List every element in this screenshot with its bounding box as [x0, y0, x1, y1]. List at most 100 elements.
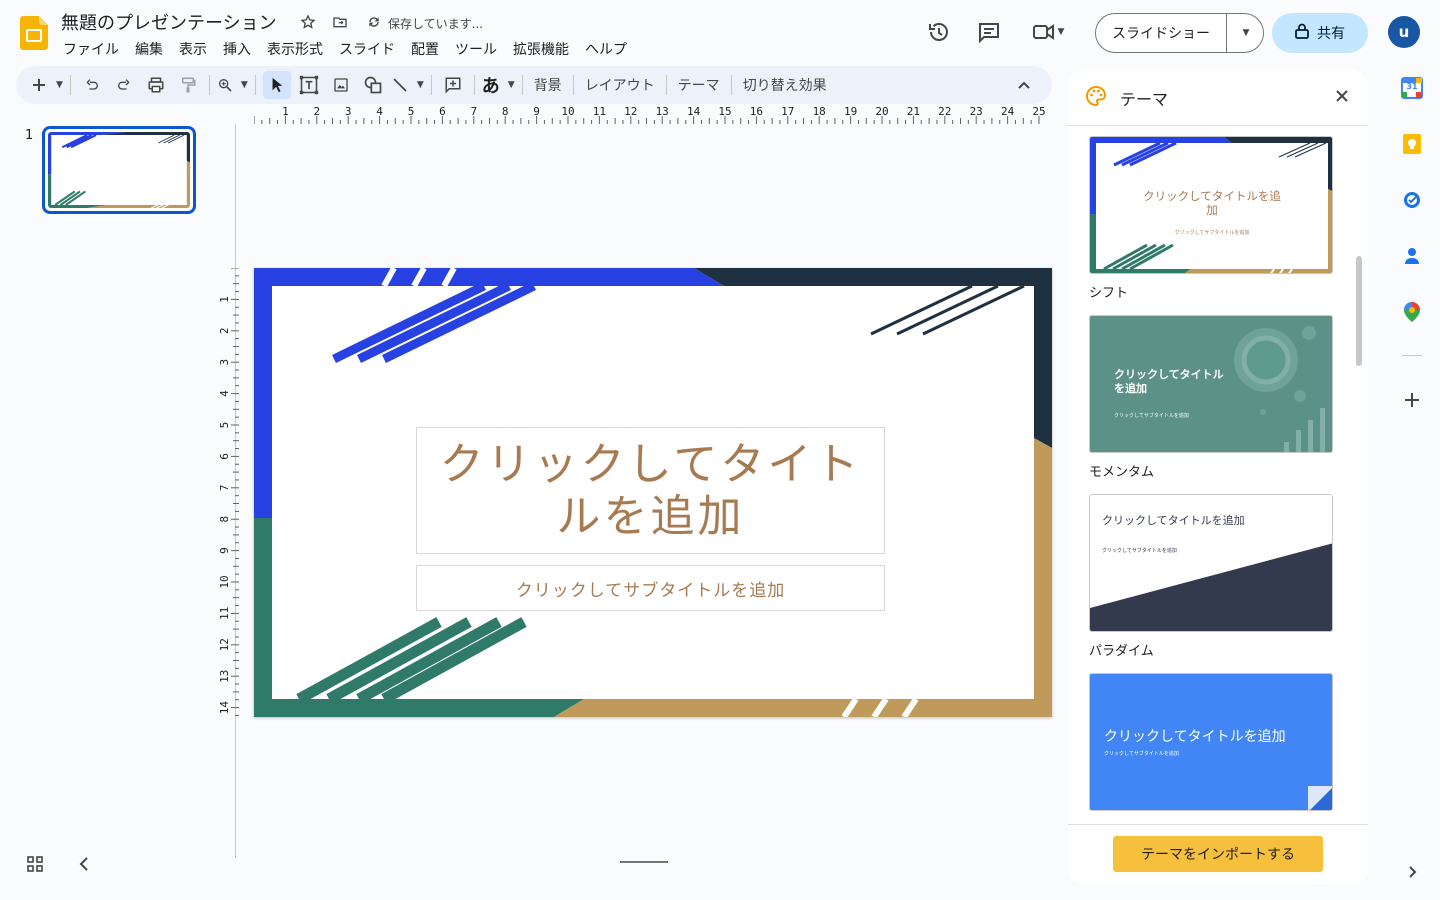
theme-paradigm-title: クリックしてタイトルを追加: [1102, 514, 1245, 527]
version-history-icon[interactable]: [921, 14, 957, 50]
theme-panel-scrollbar[interactable]: [1356, 256, 1362, 366]
ruler-label: 6: [439, 105, 446, 118]
ruler-label: 14: [687, 105, 701, 118]
background-button[interactable]: 背景: [528, 75, 568, 95]
ruler-label: 18: [813, 105, 826, 118]
tasks-icon[interactable]: [1398, 186, 1426, 214]
redo-icon[interactable]: [110, 71, 138, 99]
theme-momentum[interactable]: クリックしてタイトルを追加 クリックしてサブタイトルを追加 モメンタム: [1089, 315, 1333, 480]
account-avatar[interactable]: u: [1388, 16, 1420, 48]
text-box-icon[interactable]: [295, 71, 323, 99]
comments-icon[interactable]: [971, 14, 1007, 50]
theme-shift[interactable]: クリックしてタイトルを追加 クリックしてサブタイトルを追加 シフト: [1089, 136, 1333, 301]
menu-view[interactable]: 表示: [171, 37, 215, 61]
speaker-notes-handle[interactable]: [620, 861, 668, 863]
close-icon[interactable]: [1334, 88, 1350, 108]
select-cursor-icon[interactable]: [262, 71, 291, 99]
ruler-label: 9: [219, 547, 231, 554]
toolbar-divider: [521, 75, 523, 95]
menu-slide[interactable]: スライド: [331, 37, 403, 61]
star-icon[interactable]: [298, 12, 318, 32]
layout-button[interactable]: レイアウト: [579, 75, 661, 95]
saving-status: 保存しています...: [388, 17, 484, 31]
import-theme-button[interactable]: テーマをインポートする: [1113, 836, 1323, 872]
slide-thumbnail[interactable]: [42, 126, 196, 214]
toolbar-divider: [473, 75, 475, 95]
menu-format[interactable]: 表示形式: [259, 37, 331, 61]
ruler-label: 2: [219, 327, 231, 334]
keep-icon[interactable]: [1398, 130, 1426, 158]
ruler-label: 10: [219, 575, 231, 588]
slide-title-placeholder[interactable]: クリックしてタイトルを追加: [416, 427, 885, 554]
ruler-label: 1: [282, 105, 289, 118]
ruler-label: 5: [408, 105, 415, 118]
slides-logo-icon[interactable]: [20, 16, 48, 50]
collapse-toolbar-icon[interactable]: [1010, 71, 1038, 99]
theme-paradigm-preview[interactable]: クリックしてタイトルを追加 クリックしてサブタイトルを追加: [1089, 494, 1333, 632]
theme-paradigm-name: パラダイム: [1089, 644, 1154, 659]
toolbar-divider: [665, 75, 667, 95]
ruler-label: 25: [1032, 105, 1045, 118]
theme-shift-subtitle: クリックしてサブタイトルを追加: [1174, 230, 1250, 236]
collapse-filmstrip-icon[interactable]: [76, 855, 92, 877]
ruler-label: 8: [219, 516, 231, 523]
ruler-label: 24: [1001, 105, 1015, 118]
menu-edit[interactable]: 編集: [127, 37, 171, 61]
share-button[interactable]: 共有: [1272, 13, 1368, 53]
input-tools-glyph: あ: [481, 76, 500, 97]
ruler-label: 13: [656, 105, 669, 118]
theme-momentum-title: クリックしてタイトルを追加: [1114, 368, 1224, 395]
theme-material[interactable]: クリックしてタイトルを追加 クリックしてサブタイトルを追加 マテリアル: [1089, 673, 1333, 838]
transition-button[interactable]: 切り替え効果: [737, 75, 833, 95]
ruler-label: 13: [219, 670, 231, 683]
add-addon-icon[interactable]: [1398, 386, 1426, 414]
menu-arrange[interactable]: 配置: [403, 37, 447, 61]
menu-extensions[interactable]: 拡張機能: [505, 37, 577, 61]
move-folder-icon[interactable]: [330, 12, 350, 32]
slideshow-button[interactable]: スライドショー ▼: [1095, 13, 1264, 53]
paint-format-icon[interactable]: [174, 71, 202, 99]
ruler-label: 12: [219, 638, 231, 651]
theme-paradigm[interactable]: クリックしてタイトルを追加 クリックしてサブタイトルを追加 パラダイム: [1089, 494, 1333, 659]
slideshow-dropdown-icon[interactable]: ▼: [1227, 14, 1263, 52]
shape-icon[interactable]: [359, 71, 387, 99]
maps-icon[interactable]: [1398, 298, 1426, 326]
zoom-icon[interactable]: ▼: [217, 71, 248, 99]
slideshow-label[interactable]: スライドショー: [1096, 14, 1227, 52]
menu-bar: ファイル 編集 表示 挿入 表示形式 スライド 配置 ツール 拡張機能 ヘルプ: [55, 37, 635, 61]
calendar-icon[interactable]: 31: [1398, 74, 1426, 102]
slide-subtitle-placeholder[interactable]: クリックしてサブタイトルを追加: [416, 565, 885, 611]
theme-material-preview[interactable]: クリックしてタイトルを追加 クリックしてサブタイトルを追加: [1089, 673, 1333, 811]
insert-image-icon[interactable]: [327, 71, 355, 99]
print-icon[interactable]: [142, 71, 170, 99]
ruler-label: 11: [219, 607, 231, 620]
input-tools-button[interactable]: あ ▼: [482, 71, 515, 99]
theme-panel: テーマ クリックしてタイトルを追加 クリックしてサブタイトルを追加 シフト クリ…: [1068, 70, 1368, 884]
new-slide-button[interactable]: ▼: [32, 71, 63, 99]
menu-file[interactable]: ファイル: [55, 37, 127, 61]
menu-tools[interactable]: ツール: [447, 37, 505, 61]
grid-view-icon[interactable]: [26, 855, 44, 877]
contacts-icon[interactable]: [1398, 242, 1426, 270]
ruler-label: 1: [219, 296, 231, 303]
theme-button[interactable]: テーマ: [672, 75, 726, 95]
share-label: 共有: [1317, 26, 1345, 42]
add-comment-icon[interactable]: [439, 71, 467, 99]
toolbar-divider: [430, 75, 432, 95]
toolbar-divider: [572, 75, 574, 95]
theme-momentum-preview[interactable]: クリックしてタイトルを追加 クリックしてサブタイトルを追加: [1089, 315, 1333, 453]
document-title[interactable]: 無題のプレゼンテーション: [61, 9, 277, 35]
ruler-label: 19: [844, 105, 857, 118]
line-icon[interactable]: ▼: [391, 71, 424, 99]
sync-icon: [366, 14, 382, 33]
undo-icon[interactable]: [78, 71, 106, 99]
expand-side-panel-icon[interactable]: [1398, 858, 1426, 886]
vertical-ruler[interactable]: 1234567891011121314: [219, 268, 239, 717]
menu-help[interactable]: ヘルプ: [577, 37, 635, 61]
menu-insert[interactable]: 挿入: [215, 37, 259, 61]
meet-call-icon[interactable]: ▼: [1025, 14, 1071, 50]
theme-paradigm-subtitle: クリックしてサブタイトルを追加: [1102, 548, 1177, 554]
theme-shift-preview[interactable]: クリックしてタイトルを追加 クリックしてサブタイトルを追加: [1089, 136, 1333, 274]
panel-title: テーマ: [1120, 89, 1169, 109]
horizontal-ruler[interactable]: 1 2 3 4 5 6 7 8 9 10 11 12 13 14 15 16 17 18 19 20 21 22 23 24 2…: [254, 104, 1052, 124]
